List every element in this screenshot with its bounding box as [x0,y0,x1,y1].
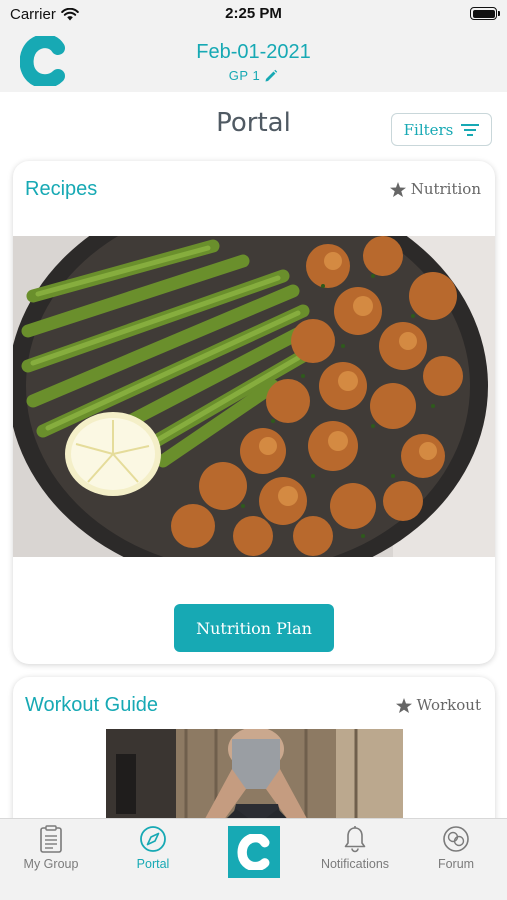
group-label: GP 1 [228,68,261,83]
recipe-image[interactable] [13,236,495,557]
category-label: Nutrition [410,180,481,198]
star-icon [395,697,412,713]
category-tag: Workout [395,696,481,714]
recipes-card[interactable]: Recipes Nutrition Nutrition Plan [13,161,495,664]
tab-my-group[interactable]: My Group [12,819,90,900]
status-bar: Carrier 2:25 PM [0,0,507,30]
filters-label: Filters [403,120,454,139]
bell-icon [344,826,366,853]
app-header: Feb-01-2021 GP 1 [0,30,507,92]
star-icon [389,181,406,197]
clipboard-icon [40,825,62,853]
category-label: Workout [416,696,481,714]
chat-bubbles-icon [443,826,469,852]
battery-icon [470,7,500,20]
group-selector[interactable]: GP 1 [0,68,507,83]
tab-label: My Group [23,857,79,871]
tab-notifications[interactable]: Notifications [310,819,400,900]
tab-home-logo[interactable] [228,819,280,900]
card-title: Recipes [25,178,98,200]
tab-label: Portal [136,857,170,871]
nutrition-plan-button[interactable]: Nutrition Plan [174,604,334,652]
category-tag: Nutrition [389,180,481,198]
card-title: Workout Guide [25,694,159,716]
pencil-icon[interactable] [264,69,278,83]
tab-portal[interactable]: Portal [118,819,188,900]
tab-bar: My Group Portal Notifications Forum [0,818,507,900]
filter-lines-icon [461,123,480,136]
tab-label: Notifications [320,857,390,871]
current-date[interactable]: Feb-01-2021 [0,41,507,64]
status-time: 2:25 PM [225,5,282,22]
filters-button[interactable]: Filters [391,113,492,146]
app-logo-icon [228,826,280,878]
tab-label: Forum [437,857,475,871]
compass-icon [140,826,166,852]
tab-forum[interactable]: Forum [420,819,492,900]
